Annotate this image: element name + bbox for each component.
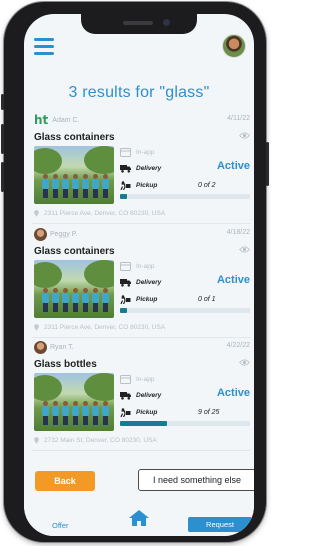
fulfilled-count: 0 of 2 [198, 182, 216, 189]
pickup-icon [120, 295, 131, 304]
pickup-icon [120, 181, 131, 190]
post-date: 4/22/22 [226, 342, 250, 349]
delivery-label: Delivery [136, 392, 162, 399]
item-photo[interactable] [34, 373, 114, 431]
user-avatar [34, 340, 47, 354]
delivery-truck-icon [120, 165, 131, 173]
fulfilled-count: 0 of 1 [198, 296, 216, 303]
eye-icon[interactable] [239, 246, 250, 253]
user-avatar [34, 227, 47, 241]
eye-icon[interactable] [239, 359, 250, 366]
delivery-label: Delivery [136, 165, 162, 172]
location-pin-icon [34, 210, 39, 217]
user-logo: ht [34, 113, 49, 127]
menu-icon[interactable] [34, 38, 54, 56]
status-badge: Active [216, 160, 250, 172]
user-name: Ryan T. [50, 343, 74, 351]
location-pin-icon [34, 437, 39, 444]
user-name: Adam C. [52, 116, 80, 124]
progress-bar [120, 308, 250, 313]
delivery-truck-icon [120, 392, 131, 400]
item-photo[interactable] [34, 260, 114, 318]
phone-frame: 3 results for "glass" ht Adam C. 4/11/22… [1, 2, 269, 542]
item-title: Glass containers [34, 246, 115, 257]
in-app-label: In-app [136, 149, 155, 156]
item-title: Glass containers [34, 132, 115, 143]
page-title: 3 results for "glass" [68, 84, 210, 101]
status-badge: Active [216, 274, 250, 286]
in-app-icon [120, 375, 131, 384]
user-name: Peggy P. [50, 230, 78, 238]
back-button[interactable]: Back [35, 471, 95, 491]
post-date: 4/18/22 [226, 229, 250, 236]
pickup-label: Pickup [136, 296, 158, 303]
pickup-label: Pickup [136, 409, 158, 416]
app-screen: 3 results for "glass" ht Adam C. 4/11/22… [24, 14, 254, 536]
pickup-label: Pickup [136, 182, 158, 189]
post-date: 4/11/22 [227, 115, 250, 122]
need-something-else-button[interactable]: I need something else [138, 469, 254, 491]
fulfilled-count: 9 of 25 [198, 409, 220, 416]
result-card[interactable]: ht Adam C. 4/11/22 Glass containers In-a… [32, 112, 250, 224]
top-bar [24, 32, 254, 72]
location-pin-icon [34, 324, 39, 331]
notch [81, 14, 197, 34]
delivery-label: Delivery [136, 279, 162, 286]
in-app-icon [120, 148, 131, 157]
item-address: 2732 Main St, Denver, CO 80230, USA [44, 437, 157, 444]
delivery-truck-icon [120, 279, 131, 287]
progress-bar [120, 421, 250, 426]
bottom-nav: Offer Request [24, 502, 254, 536]
progress-bar [120, 194, 250, 199]
result-card[interactable]: Ryan T. 4/22/22 Glass bottles In-app Del… [32, 339, 250, 451]
pickup-icon [120, 408, 131, 417]
in-app-icon [120, 262, 131, 271]
eye-icon[interactable] [239, 132, 250, 139]
item-address: 2311 Pierce Ave, Denver, CO 80230, USA [44, 210, 166, 217]
item-title: Glass bottles [34, 359, 97, 370]
item-address: 2311 Pierce Ave, Denver, CO 80230, USA [44, 324, 166, 331]
profile-avatar[interactable] [222, 34, 246, 58]
nav-request[interactable]: Request [188, 517, 252, 532]
in-app-label: In-app [136, 263, 155, 270]
item-photo[interactable] [34, 146, 114, 204]
status-badge: Active [216, 387, 250, 399]
home-icon[interactable] [128, 509, 150, 527]
result-card[interactable]: Peggy P. 4/18/22 Glass containers In-app [32, 226, 250, 338]
in-app-label: In-app [136, 376, 155, 383]
nav-offer[interactable]: Offer [52, 521, 69, 530]
